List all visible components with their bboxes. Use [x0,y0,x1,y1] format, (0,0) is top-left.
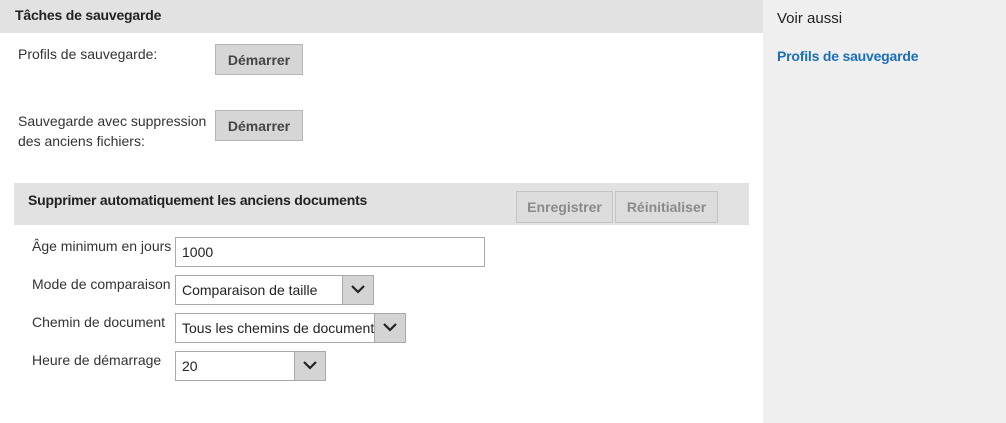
compare-mode-select[interactable]: Comparaison de taille [175,275,374,305]
compare-mode-value: Comparaison de taille [182,282,318,298]
main-panel: Tâches de sauvegarde Profils de sauvegar… [0,0,763,423]
cleanup-backup-label: Sauvegarde avec suppression des anciens … [18,111,206,151]
start-hour-value: 20 [182,358,198,374]
see-also-sidebar: Voir aussi Profils de sauvegarde [763,0,1006,423]
cleanup-backup-label-line2: des anciens fichiers: [18,133,145,149]
cleanup-backup-label-line1: Sauvegarde avec suppression [18,113,207,129]
min-age-label: Âge minimum en jours [32,238,172,254]
chevron-down-icon [294,352,325,380]
start-hour-label: Heure de démarrage [32,352,162,368]
section-title: Tâches de sauvegarde [15,7,162,23]
chevron-down-icon [374,314,405,342]
auto-delete-title: Supprimer automatiquement les anciens do… [28,192,368,208]
backup-profiles-link[interactable]: Profils de sauvegarde [777,48,919,64]
reset-button[interactable]: Réinitialiser [615,191,718,223]
compare-mode-label: Mode de comparaison [32,276,171,292]
backup-profiles-label: Profils de sauvegarde: [18,46,158,62]
start-hour-select[interactable]: 20 [175,351,326,381]
min-age-input[interactable] [175,237,485,267]
see-also-title: Voir aussi [777,10,843,27]
save-button[interactable]: Enregistrer [516,191,613,223]
start-backup-profiles-button[interactable]: Démarrer [215,44,303,75]
doc-path-label: Chemin de document [32,314,166,330]
auto-delete-header: Supprimer automatiquement les anciens do… [14,183,749,225]
chevron-down-icon [342,276,373,304]
section-header: Tâches de sauvegarde [0,0,763,33]
start-cleanup-backup-button[interactable]: Démarrer [215,110,303,141]
doc-path-value: Tous les chemins de document [182,320,375,336]
doc-path-select[interactable]: Tous les chemins de document [175,313,406,343]
